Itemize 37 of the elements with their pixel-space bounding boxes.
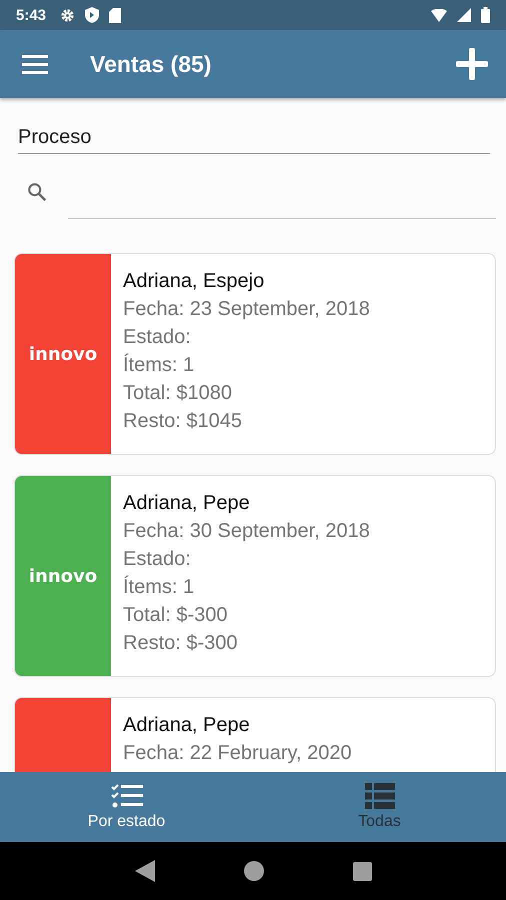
filter-field[interactable]: Proceso: [18, 124, 490, 154]
add-icon[interactable]: [456, 48, 488, 80]
sale-detail: Estado:: [123, 548, 192, 571]
bottom-tab[interactable]: Por estado: [0, 772, 253, 842]
customer-name: Adriana, Pepe: [123, 492, 251, 515]
sale-detail: Fecha: 30 September, 2018: [123, 520, 370, 543]
signal-icon: [457, 8, 471, 22]
sale-detail: Fecha: 23 September, 2018: [123, 298, 370, 321]
sale-detail: Resto: $-300: [123, 632, 239, 655]
gear-icon: [60, 8, 76, 22]
brand-logo: innovo: [28, 344, 98, 364]
sale-detail: Ítems: 1: [123, 576, 196, 599]
battery-icon: [481, 7, 490, 23]
sale-detail: Resto: $1045: [123, 410, 243, 433]
sale-detail: Total: $1080: [123, 382, 233, 405]
sale-detail: Fecha: 22 February, 2020: [123, 742, 352, 765]
customer-name: Adriana, Pepe: [123, 714, 251, 737]
sale-card[interactable]: innovo Adriana, Espejo Fecha: 23 September, 2018 Estado: Ítems: 1 Total: $1080 Resto: $1045: [14, 253, 496, 455]
menu-icon[interactable]: [22, 54, 48, 74]
sale-detail: Estado:: [123, 326, 192, 349]
checklist-icon: [110, 783, 142, 809]
sale-card[interactable]: Adriana, Pepe Fecha: 22 February, 2020: [14, 697, 496, 772]
back-icon[interactable]: [134, 860, 154, 882]
home-icon[interactable]: [244, 861, 264, 881]
shield-icon: [85, 7, 100, 23]
list-icon: [364, 783, 394, 809]
customer-name: Adriana, Espejo: [123, 270, 266, 293]
app-title: Ventas (85): [90, 50, 212, 78]
sale-detail: Ítems: 1: [123, 354, 196, 377]
search-icon: [26, 181, 48, 203]
recents-icon[interactable]: [352, 862, 372, 880]
status-time: 5:43: [16, 6, 46, 24]
brand-logo: innovo: [28, 566, 98, 586]
sale-card[interactable]: innovo Adriana, Pepe Fecha: 30 September, 2018 Estado: Ítems: 1 Total: $-300 Resto: $-300: [14, 475, 496, 677]
sd-card-icon: [109, 8, 122, 22]
wifi-icon: [431, 8, 447, 22]
sale-detail: Total: $-300: [123, 604, 229, 627]
